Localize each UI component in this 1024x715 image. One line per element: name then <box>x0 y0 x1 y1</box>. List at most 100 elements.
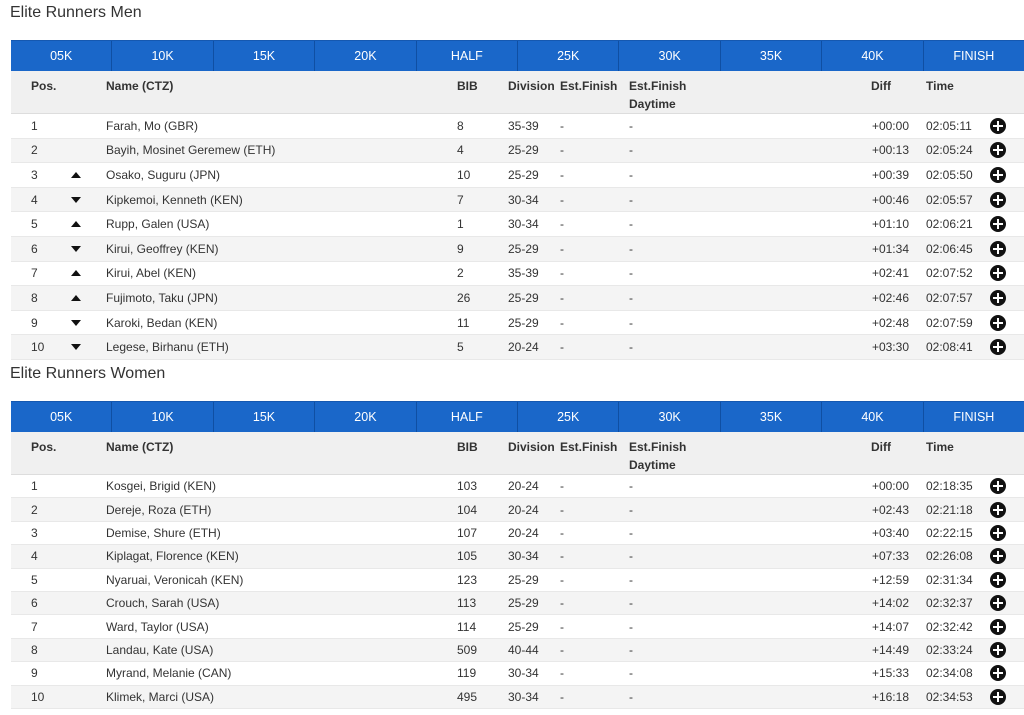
est-finish: - <box>560 549 564 564</box>
arrow-up-icon <box>71 221 81 228</box>
tab-05k[interactable]: 05K <box>11 402 113 432</box>
est-finish: - <box>560 192 564 207</box>
finish-time: 02:32:42 <box>926 619 973 634</box>
table-row: 6 Crouch, Sarah (USA) 113 25-29 - - +14:02 02:3… <box>11 591 1024 616</box>
tab-half[interactable]: HALF <box>417 402 519 432</box>
expand-plus-icon[interactable] <box>990 618 1006 635</box>
expand-plus-icon[interactable] <box>990 665 1006 682</box>
runner-division: 25-29 <box>508 241 539 256</box>
tab-35k[interactable]: 35K <box>721 402 823 432</box>
time-diff: +01:10 <box>871 217 909 232</box>
runner-division: 35-39 <box>508 118 539 133</box>
finish-time: 02:06:45 <box>926 241 973 256</box>
est-finish: - <box>560 340 564 355</box>
est-finish: - <box>560 290 564 305</box>
table-row: 8 Landau, Kate (USA) 509 40-44 - - +14:49 02:33… <box>11 638 1024 663</box>
time-diff: +00:13 <box>871 143 909 158</box>
expand-plus-icon[interactable] <box>990 191 1006 208</box>
runner-division: 25-29 <box>508 315 539 330</box>
tab-20k[interactable]: 20K <box>315 402 417 432</box>
est-finish: - <box>560 241 564 256</box>
tab-25k[interactable]: 25K <box>518 41 620 71</box>
runner-division: 20-24 <box>508 502 539 517</box>
table-row: 6 Kirui, Geoffrey (KEN) 9 25-29 - - +01:34 02:0… <box>11 236 1024 262</box>
est-finish-daytime: - <box>629 502 633 517</box>
expand-plus-icon[interactable] <box>990 571 1006 588</box>
time-diff: +14:02 <box>871 596 909 611</box>
runner-division: 30-34 <box>508 192 539 207</box>
expand-plus-icon[interactable] <box>990 314 1006 331</box>
tab-40k[interactable]: 40K <box>822 41 924 71</box>
est-finish-daytime: - <box>629 241 633 256</box>
expand-plus-icon[interactable] <box>990 117 1006 134</box>
tab-40k[interactable]: 40K <box>822 402 924 432</box>
tab-10k[interactable]: 10K <box>112 41 214 71</box>
est-finish-daytime: - <box>629 619 633 634</box>
row-position: 4 <box>31 192 38 207</box>
trend-arrow-cell <box>71 311 81 335</box>
runner-division: 25-29 <box>508 143 539 158</box>
trend-arrow-cell <box>71 212 81 236</box>
tab-05k[interactable]: 05K <box>11 41 113 71</box>
row-position: 10 <box>31 340 45 355</box>
est-finish-daytime: - <box>629 315 633 330</box>
time-diff: +00:39 <box>871 167 909 182</box>
table-row: 7 Kirui, Abel (KEN) 2 35-39 - - +02:41 02:07:52 <box>11 262 1024 287</box>
header-diff: Diff <box>871 440 891 454</box>
women-results-table: 05K 10K 15K 20K HALF 25K 30K 35K 40K FINISH Pos. Na… <box>11 401 1024 709</box>
runner-bib: 4 <box>457 143 464 158</box>
row-position: 3 <box>31 525 38 540</box>
table-row: 1 Farah, Mo (GBR) 8 35-39 - - +00:00 02:05:11 <box>11 114 1024 139</box>
expand-plus-icon[interactable] <box>990 166 1006 183</box>
tab-30k[interactable]: 30K <box>619 41 721 71</box>
tab-20k[interactable]: 20K <box>315 41 417 71</box>
tab-finish[interactable]: FINISH <box>923 41 1024 71</box>
est-finish: - <box>560 619 564 634</box>
expand-plus-icon[interactable] <box>990 216 1006 233</box>
runner-division: 20-24 <box>508 340 539 355</box>
expand-cell <box>990 114 1006 138</box>
runner-name: Kipkemoi, Kenneth (KEN) <box>106 192 243 207</box>
expand-plus-icon[interactable] <box>990 595 1006 612</box>
runner-name: Legese, Birhanu (ETH) <box>106 340 229 355</box>
expand-plus-icon[interactable] <box>990 524 1006 541</box>
header-bib: BIB <box>457 440 478 454</box>
runner-division: 25-29 <box>508 572 539 587</box>
expand-plus-icon[interactable] <box>990 240 1006 257</box>
runner-division: 40-44 <box>508 642 539 657</box>
tab-35k[interactable]: 35K <box>721 41 823 71</box>
table-row: 8 Fujimoto, Taku (JPN) 26 25-29 - - +02:46 02:0… <box>11 286 1024 311</box>
time-diff: +15:33 <box>871 666 909 681</box>
tab-15k[interactable]: 15K <box>214 41 316 71</box>
finish-time: 02:31:34 <box>926 572 973 587</box>
expand-plus-icon[interactable] <box>990 339 1006 356</box>
tab-15k[interactable]: 15K <box>214 402 316 432</box>
arrow-up-icon <box>71 270 81 277</box>
expand-plus-icon[interactable] <box>990 142 1006 159</box>
runner-bib: 107 <box>457 525 478 540</box>
runner-name: Osako, Suguru (JPN) <box>106 167 221 182</box>
tab-half[interactable]: HALF <box>417 41 519 71</box>
trend-arrow-cell <box>71 335 81 359</box>
runner-bib: 123 <box>457 572 478 587</box>
est-finish: - <box>560 167 564 182</box>
expand-plus-icon[interactable] <box>990 289 1006 306</box>
tab-10k[interactable]: 10K <box>112 402 214 432</box>
men-section-title: Elite Runners Men <box>10 4 142 21</box>
expand-plus-icon[interactable] <box>990 501 1006 518</box>
runner-bib: 103 <box>457 479 478 494</box>
tab-25k[interactable]: 25K <box>518 402 620 432</box>
expand-cell <box>990 592 1006 614</box>
est-finish-daytime: - <box>629 666 633 681</box>
expand-plus-icon[interactable] <box>990 688 1006 705</box>
arrow-down-icon <box>71 245 81 252</box>
expand-plus-icon[interactable] <box>990 641 1006 658</box>
tab-finish[interactable]: FINISH <box>923 402 1024 432</box>
tab-30k[interactable]: 30K <box>619 402 721 432</box>
expand-plus-icon[interactable] <box>990 548 1006 565</box>
expand-plus-icon[interactable] <box>990 478 1006 495</box>
time-diff: +03:30 <box>871 340 909 355</box>
expand-plus-icon[interactable] <box>990 265 1006 282</box>
runner-division: 35-39 <box>508 266 539 281</box>
finish-time: 02:21:18 <box>926 502 973 517</box>
